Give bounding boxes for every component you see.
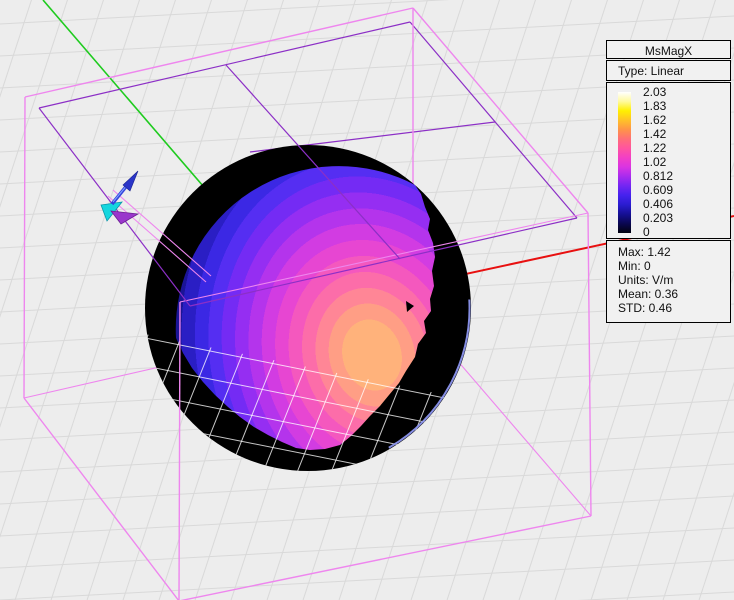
legend-scale-type: Type: Linear	[606, 60, 731, 81]
tick-label: 0	[643, 226, 703, 239]
grid-line	[95, 496, 525, 582]
grid-line	[0, 0, 734, 24]
viewport-3d[interactable]: MsMagX Type: Linear 2.03 1.83 1.62 1.42 …	[0, 0, 734, 600]
grid-line	[95, 524, 525, 600]
tick-label: 1.22	[643, 142, 703, 155]
stat-mean: Mean: 0.36	[618, 288, 730, 302]
grid-line	[0, 592, 734, 600]
stat-std: STD: 0.46	[618, 302, 730, 316]
stat-min: Min: 0	[618, 260, 730, 274]
colorbar-tick-labels: 2.03 1.83 1.62 1.42 1.22 1.02 0.812 0.60…	[643, 86, 703, 239]
tick-label: 0.609	[643, 184, 703, 197]
colorbar-gradient	[618, 92, 631, 233]
grid-line	[0, 560, 734, 600]
legend-colorbar-section: 2.03 1.83 1.62 1.42 1.22 1.02 0.812 0.60…	[606, 82, 731, 239]
tick-label: 2.03	[643, 86, 703, 99]
grid-line	[0, 0, 146, 600]
grid-line	[0, 464, 734, 504]
stat-units: Units: V/m	[618, 274, 730, 288]
grid-line	[0, 0, 74, 600]
legend-title: MsMagX	[606, 40, 731, 59]
tick-label: 1.83	[643, 100, 703, 113]
tick-label: 0.406	[643, 198, 703, 211]
legend-statistics: Max: 1.42 Min: 0 Units: V/m Mean: 0.36 S…	[606, 240, 731, 323]
tick-label: 1.42	[643, 128, 703, 141]
tick-label: 0.812	[643, 170, 703, 183]
tick-label: 1.02	[643, 156, 703, 169]
stat-max: Max: 1.42	[618, 246, 730, 260]
source-tri-purple	[111, 211, 138, 224]
tick-label: 1.62	[643, 114, 703, 127]
tick-label: 0.203	[643, 212, 703, 225]
field-legend-panel[interactable]: MsMagX Type: Linear 2.03 1.83 1.62 1.42 …	[606, 40, 731, 324]
